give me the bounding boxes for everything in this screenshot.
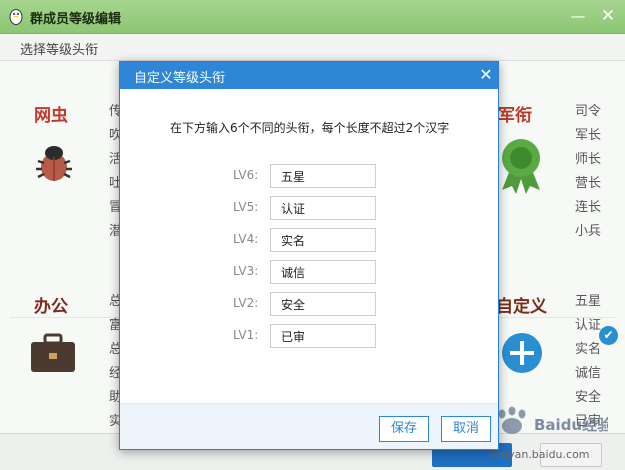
dialog-title: 自定义等级头衔: [134, 71, 226, 86]
category-title-custom[interactable]: 自定义: [496, 292, 547, 317]
bug-icon[interactable]: [30, 139, 78, 187]
dialog-titlebar: 自定义等级头衔 ✕: [120, 62, 498, 89]
window-titlebar: 群成员等级编辑 — ✕: [0, 0, 625, 34]
level-row-lv6: LV6:: [120, 164, 498, 188]
dialog-footer: 保存 取消: [120, 403, 498, 449]
minimize-button[interactable]: —: [568, 6, 588, 26]
rank-list-military: 司令 军长 师长 营长 连长 小兵: [575, 100, 601, 244]
level-input-lv5[interactable]: [270, 196, 376, 220]
rank-item: 军长: [575, 128, 602, 143]
rank-item: 司令: [575, 104, 602, 119]
qq-penguin-icon: [9, 9, 23, 25]
rank-item: 诚信: [575, 366, 602, 381]
level-label: LV6:: [233, 168, 259, 182]
level-row-lv1: LV1:: [120, 324, 498, 348]
level-row-lv3: LV3:: [120, 260, 498, 284]
rank-item: 连长: [575, 200, 602, 215]
tab-bar: 选择等级头衔: [0, 34, 625, 61]
level-label: LV5:: [233, 200, 259, 214]
level-label: LV3:: [233, 264, 259, 278]
level-input-lv4[interactable]: [270, 228, 376, 252]
level-input-lv3[interactable]: [270, 260, 376, 284]
window-title: 群成员等级编辑: [30, 12, 122, 27]
level-label: LV2:: [233, 296, 259, 310]
dialog-close-button[interactable]: ✕: [478, 65, 494, 84]
rank-item: 营长: [575, 176, 602, 191]
level-label: LV1:: [233, 328, 259, 342]
level-input-lv1[interactable]: [270, 324, 376, 348]
rank-item: 五星: [575, 294, 602, 309]
rank-item: 认证: [575, 318, 602, 333]
medal-icon[interactable]: [496, 136, 546, 194]
level-row-lv5: LV5:: [120, 196, 498, 220]
save-button[interactable]: 保存: [379, 416, 429, 442]
level-input-lv2[interactable]: [270, 292, 376, 316]
rank-item: 师长: [575, 152, 602, 167]
briefcase-icon[interactable]: [30, 333, 76, 373]
baidu-watermark-logo: Baidu经验: [498, 406, 608, 434]
category-title-military[interactable]: 军衔: [498, 101, 532, 126]
category-title-office[interactable]: 办公: [34, 292, 68, 317]
rank-item: 小兵: [575, 224, 602, 239]
level-row-lv2: LV2:: [120, 292, 498, 316]
category-title-bug[interactable]: 网虫: [34, 101, 68, 126]
watermark-url: jingyan.baidu.com: [488, 448, 590, 461]
plus-circle-icon[interactable]: [500, 331, 544, 375]
level-label: LV4:: [233, 232, 259, 246]
tab-select-title[interactable]: 选择等级头衔: [20, 39, 98, 58]
rank-item: 实名: [575, 342, 602, 357]
custom-rank-dialog: 自定义等级头衔 ✕ 在下方输入6个不同的头衔，每个长度不超过2个汉字 LV6: …: [119, 61, 499, 450]
watermark-logo-text: Baidu经验: [534, 416, 608, 434]
check-circle-icon: ✔: [599, 326, 618, 345]
level-input-lv6[interactable]: [270, 164, 376, 188]
cancel-button[interactable]: 取消: [441, 416, 491, 442]
window-close-button[interactable]: ✕: [598, 6, 618, 26]
level-row-lv4: LV4:: [120, 228, 498, 252]
app-window: 群成员等级编辑 — ✕ 选择等级头衔 网虫 传 吹 活 吐 冒 潜 军衔 司令 …: [0, 0, 625, 470]
dialog-instruction: 在下方输入6个不同的头衔，每个长度不超过2个汉字: [170, 121, 450, 135]
